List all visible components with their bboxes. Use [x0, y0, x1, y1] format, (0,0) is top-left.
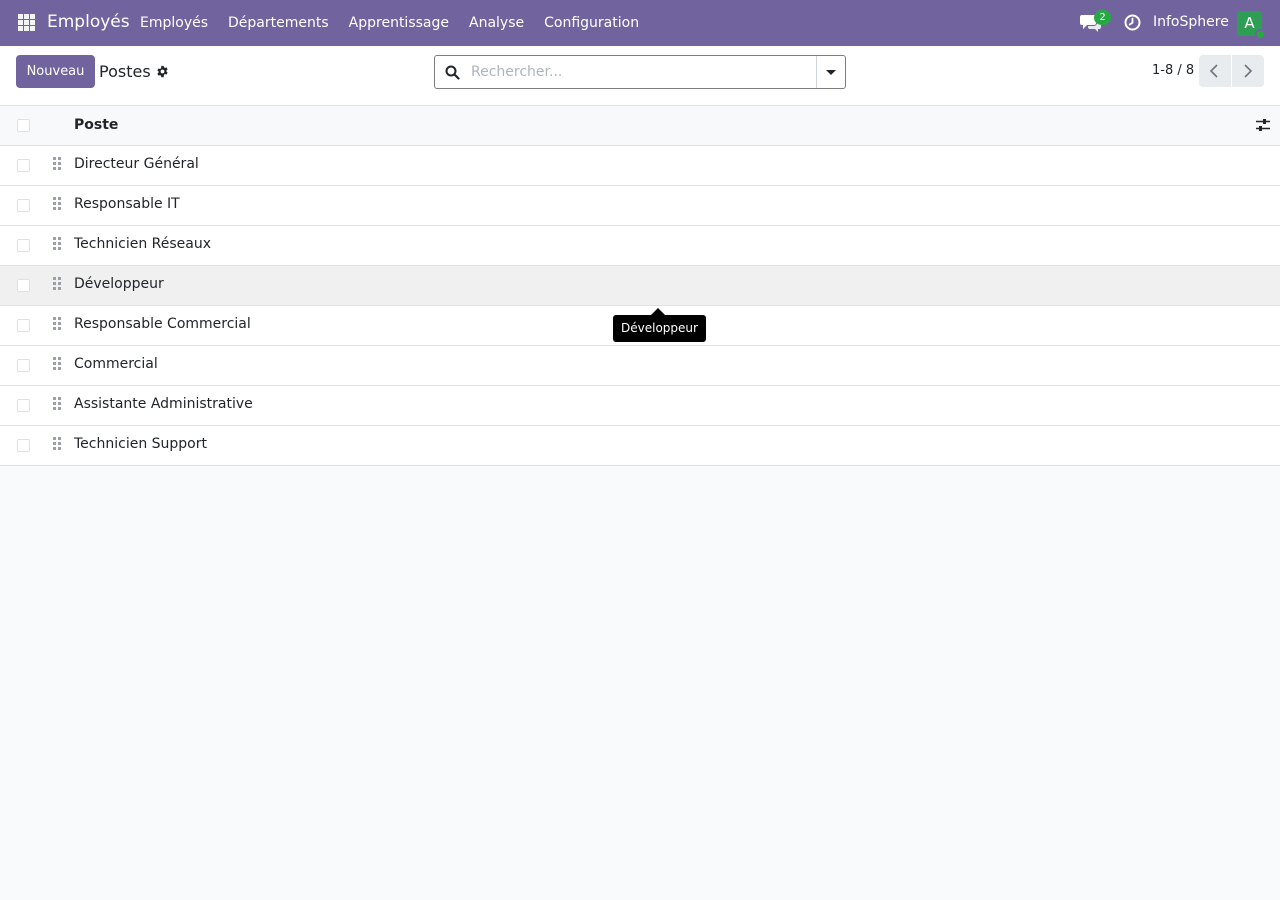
row-checkbox[interactable]: [17, 399, 30, 412]
table-row[interactable]: Technicien Support: [0, 426, 1280, 466]
table-header: Poste: [0, 106, 1280, 146]
row-checkbox[interactable]: [17, 319, 30, 332]
user-avatar[interactable]: A: [1237, 11, 1266, 40]
position-name[interactable]: Commercial: [74, 356, 158, 372]
table-row[interactable]: Technicien Réseaux: [0, 226, 1280, 266]
chevron-down-icon: [826, 70, 836, 75]
row-checkbox[interactable]: [17, 159, 30, 172]
row-checkbox[interactable]: [17, 439, 30, 452]
table-row[interactable]: Assistante Administrative: [0, 386, 1280, 426]
page-title: Postes: [99, 62, 151, 81]
top-navbar: Employés Employés Départements Apprentis…: [0, 0, 1280, 46]
pager-value[interactable]: 1-8 / 8: [1152, 63, 1194, 78]
drag-handle-icon[interactable]: [53, 437, 61, 451]
drag-handle-icon[interactable]: [53, 157, 61, 171]
avatar-initial: A: [1244, 14, 1255, 32]
search-input[interactable]: [471, 58, 815, 86]
menu-item-analyse[interactable]: Analyse: [459, 0, 534, 46]
menu-item-employes[interactable]: Employés: [130, 0, 218, 46]
position-name[interactable]: Directeur Général: [74, 156, 199, 172]
position-name[interactable]: Responsable IT: [74, 196, 180, 212]
tooltip-arrow: [651, 308, 665, 315]
drag-handle-icon[interactable]: [53, 197, 61, 211]
company-switcher[interactable]: InfoSphere: [1153, 14, 1229, 30]
positions-list: Poste Directeur Général Responsable IT T…: [0, 106, 1280, 466]
main-menu: Employés Départements Apprentissage Anal…: [130, 0, 649, 46]
select-all-checkbox[interactable]: [17, 119, 30, 132]
drag-handle-icon[interactable]: [53, 237, 61, 251]
menu-item-configuration[interactable]: Configuration: [534, 0, 649, 46]
table-row[interactable]: Directeur Général: [0, 146, 1280, 186]
row-checkbox[interactable]: [17, 199, 30, 212]
table-row[interactable]: Commercial: [0, 346, 1280, 386]
tooltip: Développeur: [613, 315, 706, 342]
apps-menu-icon[interactable]: [18, 14, 35, 31]
online-status-dot: [1255, 29, 1266, 40]
chevron-left-icon: [1209, 64, 1218, 78]
menu-item-departements[interactable]: Départements: [218, 0, 339, 46]
pager-previous-button[interactable]: [1199, 55, 1231, 87]
chat-count-badge: 2: [1094, 10, 1111, 25]
search-icon: [445, 65, 460, 80]
search-bar: [434, 55, 846, 89]
drag-handle-icon[interactable]: [53, 277, 61, 291]
menu-item-apprentissage[interactable]: Apprentissage: [339, 0, 459, 46]
position-name[interactable]: Développeur: [74, 276, 164, 292]
drag-handle-icon[interactable]: [53, 397, 61, 411]
new-button[interactable]: Nouveau: [16, 55, 95, 88]
optional-columns-icon[interactable]: [1256, 118, 1270, 132]
activity-clock-icon[interactable]: [1124, 14, 1141, 31]
app-name[interactable]: Employés: [47, 12, 130, 32]
drag-handle-icon[interactable]: [53, 317, 61, 331]
pager-next-button[interactable]: [1232, 55, 1264, 87]
position-name[interactable]: Technicien Réseaux: [74, 236, 211, 252]
row-checkbox[interactable]: [17, 239, 30, 252]
control-panel: Nouveau Postes 1-8 / 8: [0, 46, 1280, 106]
row-checkbox[interactable]: [17, 279, 30, 292]
table-row[interactable]: Développeur: [0, 266, 1280, 306]
gear-icon[interactable]: [156, 65, 169, 78]
position-name[interactable]: Responsable Commercial: [74, 316, 251, 332]
drag-handle-icon[interactable]: [53, 357, 61, 371]
row-checkbox[interactable]: [17, 359, 30, 372]
position-name[interactable]: Technicien Support: [74, 436, 207, 452]
table-row[interactable]: Responsable IT: [0, 186, 1280, 226]
position-name[interactable]: Assistante Administrative: [74, 396, 253, 412]
column-header-poste[interactable]: Poste: [74, 117, 118, 133]
search-options-toggle[interactable]: [816, 56, 845, 88]
chevron-right-icon: [1244, 64, 1253, 78]
